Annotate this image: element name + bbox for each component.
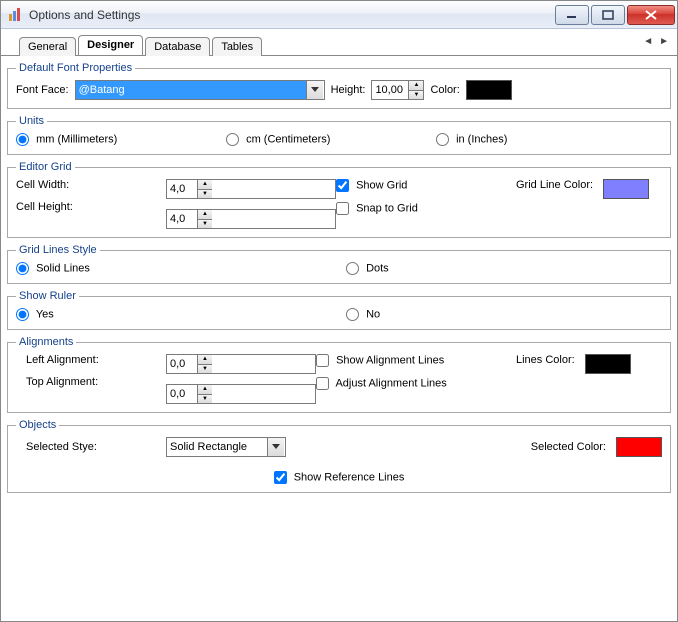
- show-ruler-group: Show Ruler Yes No: [7, 290, 671, 330]
- tab-database[interactable]: Database: [145, 37, 210, 56]
- units-group: Units mm (Millimeters) cm (Centimeters) …: [7, 115, 671, 155]
- selected-style-dropdown-icon[interactable]: [267, 438, 284, 456]
- alignments-group: Alignments Left Alignment: Top Alignment…: [7, 336, 671, 413]
- minimize-button[interactable]: [555, 5, 589, 25]
- grid-line-color-label: Grid Line Color:: [516, 179, 593, 191]
- units-in-option[interactable]: in (Inches): [436, 133, 507, 146]
- alignments-legend: Alignments: [16, 336, 76, 348]
- snap-grid-checkbox[interactable]: [336, 202, 349, 215]
- editor-grid-legend: Editor Grid: [16, 161, 75, 173]
- default-font-properties-group: Default Font Properties Font Face: Heigh…: [7, 62, 671, 109]
- titlebar: Options and Settings: [1, 1, 677, 29]
- lines-color-swatch[interactable]: [585, 354, 631, 374]
- show-alignment-lines-option[interactable]: Show Alignment Lines: [316, 354, 516, 367]
- left-alignment-label: Left Alignment:: [26, 354, 166, 366]
- units-mm-option[interactable]: mm (Millimeters): [16, 133, 226, 146]
- cell-height-input[interactable]: [167, 210, 197, 228]
- top-alignment-input[interactable]: [167, 385, 197, 403]
- selected-color-swatch[interactable]: [616, 437, 662, 457]
- tab-general[interactable]: General: [19, 37, 76, 56]
- grid-style-solid-option[interactable]: Solid Lines: [16, 262, 346, 275]
- font-face-input[interactable]: [76, 81, 306, 99]
- units-mm-radio[interactable]: [16, 133, 29, 146]
- font-height-label: Height:: [331, 84, 366, 96]
- spinner-down-icon[interactable]: ▼: [198, 220, 212, 229]
- app-icon: [7, 7, 23, 23]
- grid-style-dots-radio[interactable]: [346, 262, 359, 275]
- font-color-label: Color:: [430, 84, 459, 96]
- tab-scroll-right-icon[interactable]: ►: [659, 36, 669, 47]
- show-alignment-lines-checkbox[interactable]: [316, 354, 329, 367]
- ruler-yes-option[interactable]: Yes: [16, 308, 346, 321]
- font-face-label: Font Face:: [16, 84, 69, 96]
- cell-width-input[interactable]: [167, 180, 197, 198]
- show-reference-lines-checkbox[interactable]: [274, 471, 287, 484]
- show-reference-lines-option[interactable]: Show Reference Lines: [274, 471, 405, 484]
- selected-style-label: Selected Stye:: [26, 441, 97, 453]
- spinner-down-icon[interactable]: ▼: [198, 190, 212, 199]
- units-in-radio[interactable]: [436, 133, 449, 146]
- spinner-up-icon[interactable]: ▲: [198, 355, 212, 365]
- grid-line-color-swatch[interactable]: [603, 179, 649, 199]
- font-color-swatch[interactable]: [466, 80, 512, 100]
- ruler-yes-radio[interactable]: [16, 308, 29, 321]
- objects-group: Objects Selected Stye: Selected Color: S…: [7, 419, 671, 493]
- units-legend: Units: [16, 115, 47, 127]
- adjust-alignment-lines-option[interactable]: Adjust Alignment Lines: [316, 377, 516, 390]
- font-face-combo[interactable]: [75, 80, 325, 100]
- units-cm-option[interactable]: cm (Centimeters): [226, 133, 436, 146]
- show-ruler-legend: Show Ruler: [16, 290, 79, 302]
- left-alignment-input[interactable]: [167, 355, 197, 373]
- close-button[interactable]: [627, 5, 675, 25]
- adjust-alignment-lines-checkbox[interactable]: [316, 377, 329, 390]
- editor-grid-group: Editor Grid Cell Width: Cell Height: ▲▼ …: [7, 161, 671, 238]
- selected-color-label: Selected Color:: [531, 441, 606, 453]
- cell-width-label: Cell Width:: [16, 179, 166, 191]
- grid-lines-style-legend: Grid Lines Style: [16, 244, 100, 256]
- snap-grid-option[interactable]: Snap to Grid: [336, 202, 516, 215]
- maximize-button[interactable]: [591, 5, 625, 25]
- grid-lines-style-group: Grid Lines Style Solid Lines Dots: [7, 244, 671, 284]
- font-height-spinner[interactable]: ▲ ▼: [371, 80, 424, 100]
- tab-designer[interactable]: Designer: [78, 35, 143, 55]
- objects-legend: Objects: [16, 419, 59, 431]
- selected-style-combo[interactable]: [166, 437, 286, 457]
- font-height-input[interactable]: [372, 81, 408, 99]
- lines-color-label: Lines Color:: [516, 354, 575, 366]
- cell-height-label: Cell Height:: [16, 201, 166, 213]
- top-alignment-label: Top Alignment:: [26, 376, 166, 388]
- cell-height-spinner[interactable]: ▲▼: [166, 209, 336, 229]
- spinner-down-icon[interactable]: ▼: [409, 91, 423, 100]
- spinner-down-icon[interactable]: ▼: [198, 365, 212, 374]
- spinner-up-icon[interactable]: ▲: [198, 180, 212, 190]
- spinner-up-icon[interactable]: ▲: [198, 385, 212, 395]
- grid-style-dots-option[interactable]: Dots: [346, 262, 389, 275]
- spinner-up-icon[interactable]: ▲: [198, 210, 212, 220]
- font-face-dropdown-icon[interactable]: [306, 81, 323, 99]
- units-cm-radio[interactable]: [226, 133, 239, 146]
- top-alignment-spinner[interactable]: ▲▼: [166, 384, 316, 404]
- spinner-up-icon[interactable]: ▲: [409, 81, 423, 91]
- grid-style-solid-radio[interactable]: [16, 262, 29, 275]
- cell-width-spinner[interactable]: ▲▼: [166, 179, 336, 199]
- ruler-no-option[interactable]: No: [346, 308, 380, 321]
- default-font-properties-legend: Default Font Properties: [16, 62, 135, 74]
- window-title: Options and Settings: [29, 8, 553, 22]
- show-grid-option[interactable]: Show Grid: [336, 179, 516, 192]
- spinner-down-icon[interactable]: ▼: [198, 395, 212, 404]
- show-grid-checkbox[interactable]: [336, 179, 349, 192]
- ruler-no-radio[interactable]: [346, 308, 359, 321]
- tab-tables[interactable]: Tables: [212, 37, 262, 56]
- tab-scroll-left-icon[interactable]: ◄: [643, 36, 653, 47]
- content-area: Default Font Properties Font Face: Heigh…: [1, 55, 677, 621]
- left-alignment-spinner[interactable]: ▲▼: [166, 354, 316, 374]
- selected-style-input[interactable]: [167, 438, 267, 456]
- tab-nav: ◄ ►: [643, 36, 669, 47]
- tabs-row: General Designer Database Tables ◄ ►: [1, 29, 677, 55]
